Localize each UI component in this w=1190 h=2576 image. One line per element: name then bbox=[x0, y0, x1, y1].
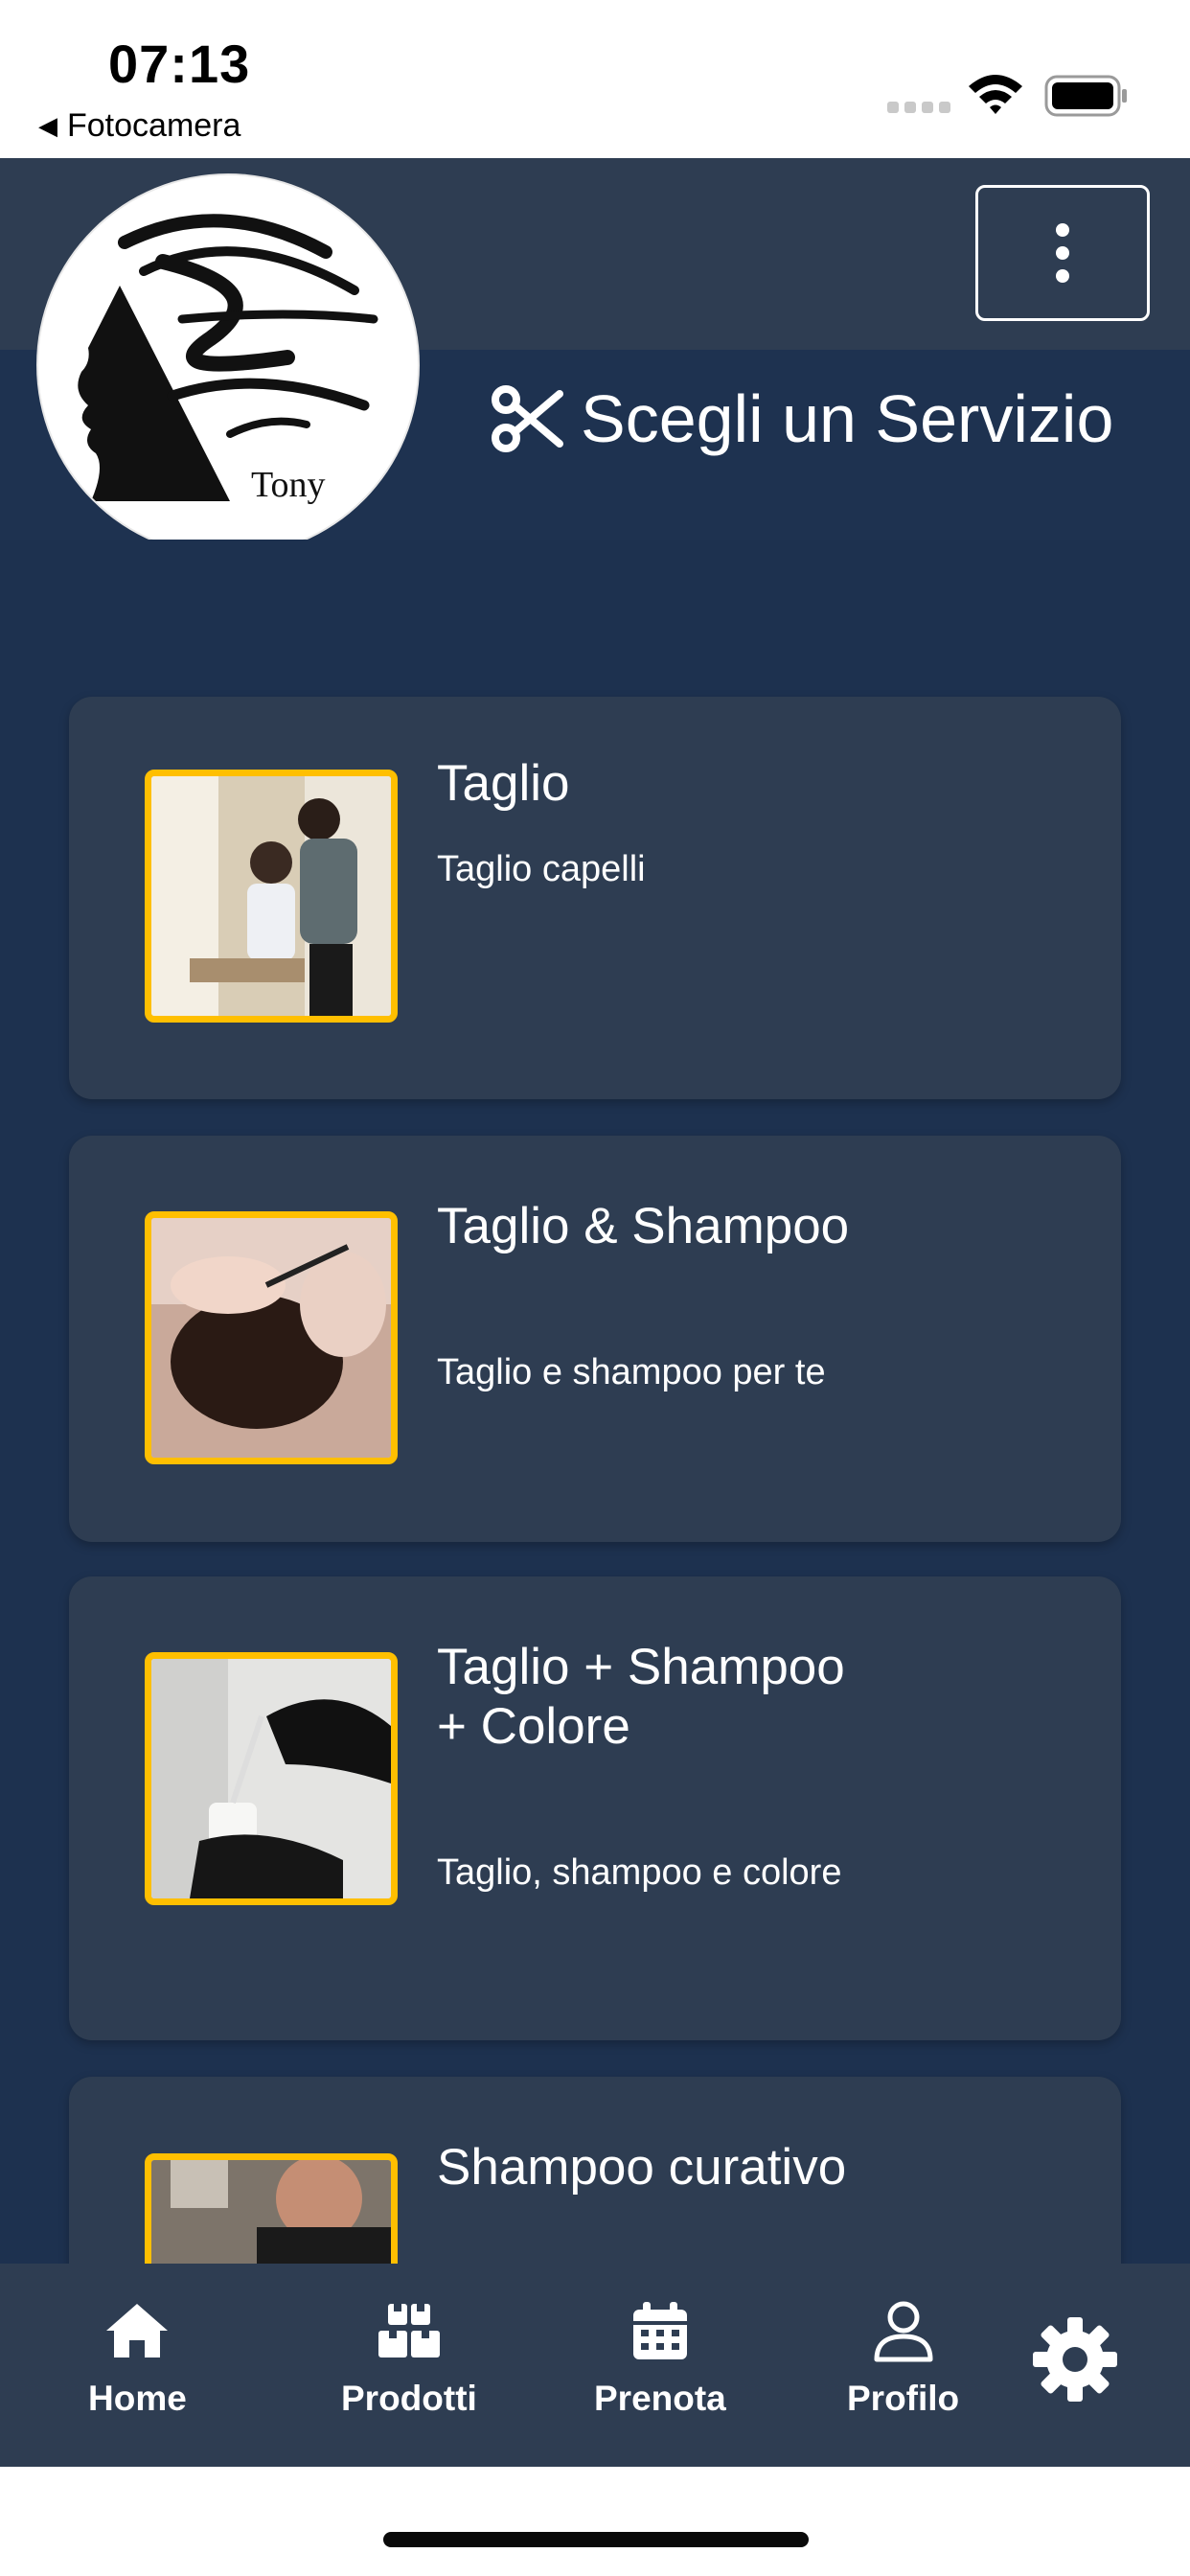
salon-logo: Tony bbox=[38, 175, 418, 555]
service-title: Taglio bbox=[437, 755, 570, 812]
nav-prenota-label: Prenota bbox=[594, 2379, 726, 2418]
home-bar-area bbox=[0, 2467, 1190, 2576]
page-title: Scegli un Servizio bbox=[491, 380, 1113, 457]
service-title: Taglio & Shampoo bbox=[437, 1198, 850, 1254]
services-list[interactable]: Taglio Taglio capelli Taglio & Shampoo T… bbox=[0, 540, 1190, 2264]
service-thumbnail bbox=[145, 770, 398, 1023]
kebab-menu-icon bbox=[1056, 223, 1069, 237]
service-thumbnail bbox=[145, 2153, 398, 2264]
page-title-text: Scegli un Servizio bbox=[581, 381, 1114, 456]
user-icon bbox=[874, 2301, 933, 2362]
service-card[interactable]: Taglio & Shampoo Taglio e shampoo per te bbox=[69, 1136, 1121, 1542]
service-description: Taglio e shampoo per te bbox=[437, 1352, 826, 1392]
nav-prenota[interactable]: Prenota bbox=[594, 2298, 726, 2419]
calendar-icon bbox=[632, 2302, 687, 2359]
service-title: Shampoo curativo bbox=[437, 2139, 847, 2196]
service-description: Taglio capelli bbox=[437, 849, 646, 889]
service-thumbnail bbox=[145, 1652, 398, 1905]
nav-profilo-label: Profilo bbox=[847, 2379, 960, 2418]
nav-prodotti[interactable]: Prodotti bbox=[341, 2298, 477, 2419]
home-icon bbox=[106, 2304, 169, 2358]
status-bar: 07:13 ◀ Fotocamera bbox=[0, 0, 1190, 158]
nav-home-label: Home bbox=[88, 2379, 187, 2418]
nav-prodotti-label: Prodotti bbox=[341, 2379, 477, 2418]
nav-profilo[interactable]: Profilo bbox=[847, 2298, 959, 2419]
boxes-icon bbox=[378, 2304, 440, 2358]
back-to-camera-link[interactable]: ◀ Fotocamera bbox=[38, 107, 240, 145]
status-time: 07:13 bbox=[108, 34, 251, 94]
menu-button[interactable] bbox=[975, 185, 1150, 321]
service-card[interactable]: Taglio + Shampoo + Colore Taglio, shampo… bbox=[69, 1576, 1121, 2040]
service-card[interactable]: Shampoo curativo bbox=[69, 2077, 1121, 2264]
home-indicator[interactable] bbox=[383, 2532, 809, 2547]
wifi-icon bbox=[969, 75, 1022, 114]
gear-icon[interactable] bbox=[1029, 2313, 1121, 2405]
service-description: Taglio, shampoo e colore bbox=[437, 1852, 842, 1893]
scissors-icon bbox=[492, 385, 563, 452]
bottom-navigation: Home Prodotti Prenota Profilo bbox=[0, 2264, 1190, 2467]
service-card[interactable]: Taglio Taglio capelli bbox=[69, 697, 1121, 1099]
signal-icon bbox=[887, 102, 950, 113]
back-triangle-icon: ◀ bbox=[38, 111, 57, 140]
back-label: Fotocamera bbox=[67, 107, 241, 144]
service-title: Taglio + Shampoo + Colore bbox=[437, 1639, 845, 1755]
logo-text: Tony bbox=[251, 465, 326, 505]
nav-home[interactable]: Home bbox=[88, 2298, 187, 2419]
battery-icon bbox=[1044, 75, 1127, 117]
service-thumbnail bbox=[145, 1211, 398, 1464]
